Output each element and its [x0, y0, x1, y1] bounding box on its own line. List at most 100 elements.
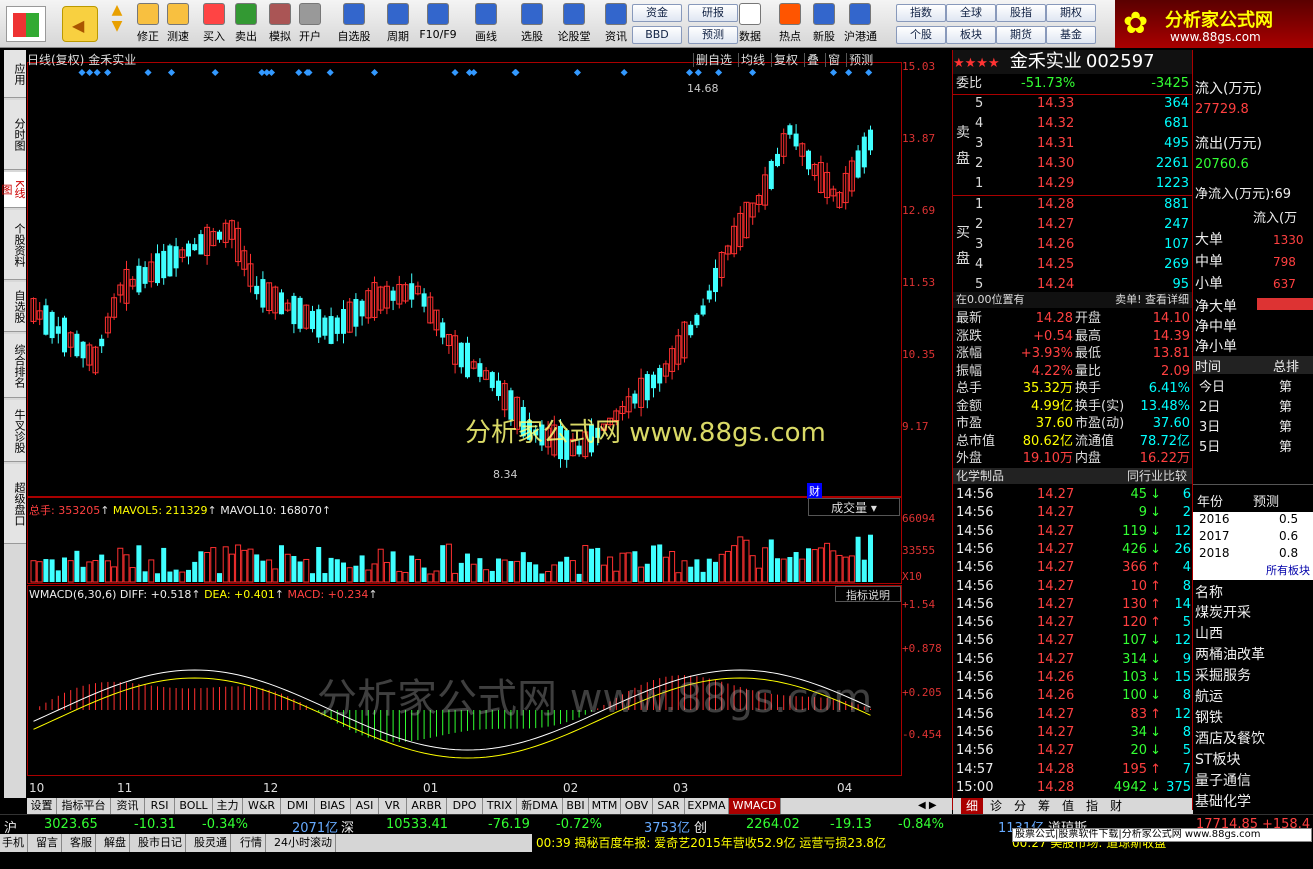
- indicator-tab-18[interactable]: SAR: [653, 798, 685, 814]
- indicator-tab-14[interactable]: 新DMA: [517, 798, 563, 814]
- sector-item-6[interactable]: 酒店及餐饮: [1195, 728, 1265, 748]
- group-bottom-0[interactable]: BBD: [632, 26, 682, 44]
- group-bottom-3[interactable]: 板块: [946, 26, 996, 44]
- right-tab-6[interactable]: 财: [1105, 798, 1127, 814]
- sidebar-tab-4[interactable]: 自选股: [4, 282, 26, 332]
- sector-item-9[interactable]: 基础化学: [1195, 791, 1251, 810]
- ad-banner[interactable]: 股票公式|股票软件下载|分析家公式网 www.88gs.com: [1012, 828, 1312, 842]
- sidebar-tab-1[interactable]: 分时图: [4, 100, 26, 170]
- industry-row[interactable]: 化学制品 同行业比较: [953, 468, 1193, 484]
- status-item-7[interactable]: 24小时滚动: [274, 834, 336, 852]
- chart-tool-1[interactable]: 均线: [738, 53, 766, 67]
- toolbar-6-button[interactable]: 自选股: [334, 3, 374, 47]
- chart-tool-5[interactable]: 预测: [846, 53, 874, 67]
- sector-item-4[interactable]: 航运: [1195, 686, 1223, 706]
- sidebar-tab-7[interactable]: 超级盘口: [4, 464, 26, 544]
- asks-row-1[interactable]: 4 14.32 681: [953, 114, 1193, 134]
- toolbar-4-button[interactable]: 模拟: [264, 3, 296, 47]
- news-ticker[interactable]: 00:39 揭秘百度年报: 爱奇艺2015年营收52.9亿 运营亏损23.8亿: [532, 834, 1012, 852]
- group-bottom-2[interactable]: 个股: [896, 26, 946, 44]
- toolbar-8-button[interactable]: F10/F9: [418, 3, 458, 47]
- indicator-tab-16[interactable]: MTM: [589, 798, 621, 814]
- indicator-tab-2[interactable]: 资讯: [111, 798, 145, 814]
- indicator-tab-3[interactable]: RSI: [145, 798, 175, 814]
- indicator-tab-1[interactable]: 指标平台: [57, 798, 111, 814]
- chart-tool-4[interactable]: 窗: [825, 53, 841, 67]
- indicator-tab-8[interactable]: BIAS: [315, 798, 351, 814]
- sector-item-0[interactable]: 煤炭开采: [1195, 602, 1251, 622]
- bids-row-0[interactable]: 1 14.28 881: [953, 195, 1193, 215]
- indicator-tab-20[interactable]: WMACD: [729, 798, 781, 814]
- chart-tool-2[interactable]: 复权: [771, 53, 799, 67]
- status-item-5[interactable]: 股灵通: [194, 834, 231, 852]
- indicator-tab-15[interactable]: BBI: [563, 798, 589, 814]
- toolbar-16-button[interactable]: 沪港通: [844, 3, 877, 47]
- sidebar-tab-3[interactable]: 个股资料: [4, 210, 26, 280]
- bids-row-2[interactable]: 3 14.26 107: [953, 235, 1193, 255]
- indicator-tab-4[interactable]: BOLL: [175, 798, 213, 814]
- group-top-2[interactable]: 指数: [896, 4, 946, 22]
- finance-marker[interactable]: 财: [807, 483, 822, 499]
- indicator-help-button[interactable]: 指标说明: [835, 586, 901, 602]
- sector-item-1[interactable]: 山西: [1195, 623, 1223, 643]
- toolbar-3-button[interactable]: 卖出: [230, 3, 262, 47]
- tab-scroll-buttons[interactable]: ◀ ▶: [918, 798, 952, 814]
- back-icon[interactable]: ◀: [62, 6, 98, 42]
- right-tab-5[interactable]: 指: [1081, 798, 1103, 814]
- sector-item-5[interactable]: 钢铁: [1195, 707, 1223, 727]
- status-item-3[interactable]: 解盘: [104, 834, 130, 852]
- sidebar-tab-5[interactable]: 综合排名: [4, 334, 26, 398]
- indicator-tab-7[interactable]: DMI: [281, 798, 315, 814]
- sidebar-tab-2[interactable]: K线图: [0, 172, 26, 208]
- toolbar-2-button[interactable]: 买入: [198, 3, 230, 47]
- asks-row-0[interactable]: 5 14.33 364: [953, 94, 1193, 114]
- chart-tool-3[interactable]: 叠: [804, 53, 820, 67]
- toolbar-7-button[interactable]: 周期: [378, 3, 418, 47]
- right-tab-3[interactable]: 筹: [1033, 798, 1055, 814]
- chart-tool-0[interactable]: 删自选: [693, 53, 733, 67]
- toolbar-0-button[interactable]: 修正: [132, 3, 164, 47]
- indicator-tab-6[interactable]: W&R: [243, 798, 281, 814]
- bids-row-1[interactable]: 2 14.27 247: [953, 215, 1193, 235]
- sidebar-tab-0[interactable]: 应用: [4, 50, 26, 98]
- group-top-3[interactable]: 全球: [946, 4, 996, 22]
- group-top-4[interactable]: 股指: [996, 4, 1046, 22]
- toolbar-15-button[interactable]: 新股: [808, 3, 840, 47]
- volume-dropdown[interactable]: 成交量 ▾: [808, 498, 900, 516]
- indicator-tab-9[interactable]: ASI: [351, 798, 379, 814]
- sector-item-8[interactable]: 量子通信: [1195, 770, 1251, 790]
- indicator-tab-5[interactable]: 主力: [213, 798, 243, 814]
- toolbar-5-button[interactable]: 开户: [294, 3, 326, 47]
- menu-logo-icon[interactable]: [6, 6, 46, 42]
- right-tab-0[interactable]: 细: [961, 798, 983, 814]
- group-top-1[interactable]: 研报: [688, 4, 738, 22]
- indicator-tab-10[interactable]: VR: [379, 798, 407, 814]
- right-tab-4[interactable]: 值: [1057, 798, 1079, 814]
- right-tab-2[interactable]: 分: [1009, 798, 1031, 814]
- sector-item-3[interactable]: 采掘服务: [1195, 665, 1251, 685]
- toolbar-1-button[interactable]: 测速: [162, 3, 194, 47]
- indicator-tab-17[interactable]: OBV: [621, 798, 653, 814]
- toolbar-13-button[interactable]: 数据: [734, 3, 766, 47]
- toolbar-11-button[interactable]: 论股堂: [554, 3, 594, 47]
- group-top-0[interactable]: 资金: [632, 4, 682, 22]
- asks-row-2[interactable]: 3 14.31 495: [953, 134, 1193, 154]
- indicator-tab-19[interactable]: EXPMA: [685, 798, 729, 814]
- toolbar-14-button[interactable]: 热点: [774, 3, 806, 47]
- status-item-0[interactable]: 手机: [2, 834, 28, 852]
- group-bottom-4[interactable]: 期货: [996, 26, 1046, 44]
- status-item-2[interactable]: 客服: [70, 834, 96, 852]
- sector-item-7[interactable]: ST板块: [1195, 749, 1240, 769]
- indicator-tab-11[interactable]: ARBR: [407, 798, 447, 814]
- bids-row-3[interactable]: 4 14.25 269: [953, 255, 1193, 275]
- asks-row-3[interactable]: 2 14.30 2261: [953, 154, 1193, 174]
- all-sectors-link[interactable]: 所有板块: [1193, 562, 1313, 580]
- kline-chart[interactable]: 日线(复权) 金禾实业 删自选 均线 复权叠窗预测 14.68 8.34 财 总手:…: [27, 50, 902, 798]
- right-tab-1[interactable]: 诊: [985, 798, 1007, 814]
- status-item-6[interactable]: 行情: [240, 834, 266, 852]
- group-bottom-1[interactable]: 预测: [688, 26, 738, 44]
- status-item-1[interactable]: 留言: [36, 834, 62, 852]
- group-top-5[interactable]: 期权: [1046, 4, 1096, 22]
- asks-row-4[interactable]: 1 14.29 1223: [953, 174, 1193, 194]
- sidebar-tab-6[interactable]: 牛叉诊股: [4, 400, 26, 462]
